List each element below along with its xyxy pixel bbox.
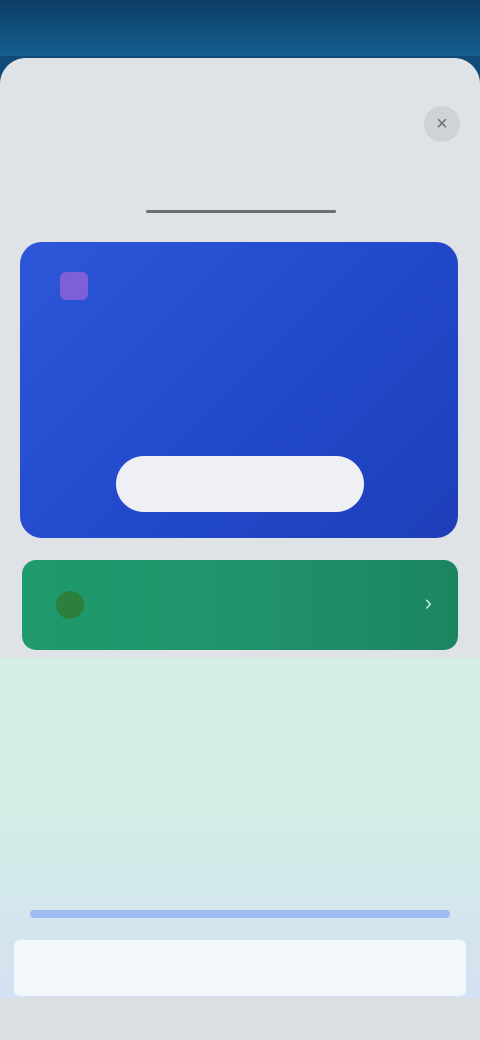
sheet-header: ×: [0, 58, 480, 178]
close-icon: ×: [436, 113, 448, 135]
bottom-sheet: × ›: [0, 58, 480, 1040]
promo-logo-icon: [60, 272, 88, 300]
tab-underline: [146, 210, 336, 213]
footer-area: [0, 998, 480, 1040]
banner-icon: [56, 591, 84, 619]
chevron-right-icon: ›: [424, 590, 432, 615]
promo-action-button[interactable]: [116, 456, 364, 512]
close-button[interactable]: ×: [424, 106, 460, 142]
promo-card: [20, 242, 458, 538]
bottom-bar: [14, 940, 466, 996]
divider-strip: [30, 910, 450, 918]
tab-bar: [0, 170, 480, 214]
status-bar: [0, 0, 480, 56]
green-banner[interactable]: ›: [22, 560, 458, 650]
